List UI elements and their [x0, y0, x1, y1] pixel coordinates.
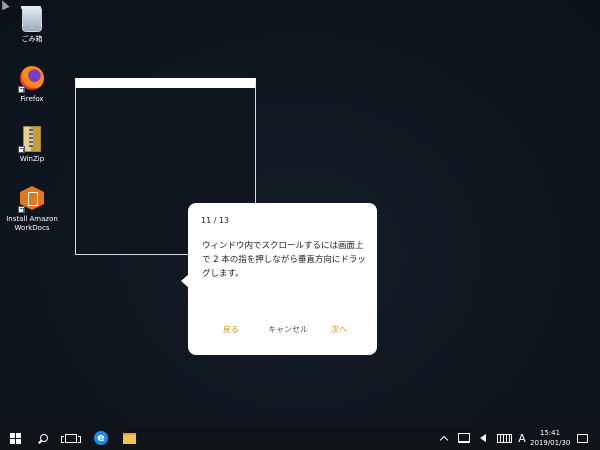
touch-keyboard-button[interactable] — [495, 426, 513, 450]
shortcut-arrow-icon — [18, 206, 25, 213]
desktop-icon-firefox[interactable]: Firefox — [0, 66, 64, 104]
desktop: ごみ箱 Firefox WinZip Install Amazon WorkDo… — [0, 0, 600, 426]
speaker-icon — [480, 434, 486, 442]
folder-icon — [122, 432, 136, 444]
step-counter: 11 / 13 — [201, 216, 230, 225]
desktop-icon-label: ごみ箱 — [21, 35, 43, 43]
search-button[interactable] — [33, 426, 55, 450]
edge-icon: e — [94, 431, 108, 445]
winzip-icon — [18, 126, 45, 153]
show-hidden-icons-button[interactable] — [438, 426, 450, 450]
desktop-icon-recycle-bin[interactable]: ごみ箱 — [0, 6, 64, 44]
file-explorer-taskbar-button[interactable] — [118, 426, 140, 450]
desktop-icon-install-amazon-workdocs[interactable]: Install Amazon WorkDocs — [0, 186, 67, 233]
clock[interactable]: 15:41 2019/01/30 — [530, 428, 570, 448]
volume-button[interactable] — [476, 426, 490, 450]
firefox-icon — [18, 66, 45, 93]
search-icon — [40, 434, 48, 442]
tutorial-callout: 11 / 13 ウィンドウ内でスクロールするには画面上で 2 本の指を押しながら… — [188, 203, 377, 355]
keyboard-icon — [496, 433, 512, 443]
tutorial-message: ウィンドウ内でスクロールするには画面上で 2 本の指を押しながら垂直方向にドラッ… — [202, 241, 366, 279]
clock-date: 2019/01/30 — [530, 439, 571, 447]
desktop-icon-winzip[interactable]: WinZip — [0, 126, 64, 164]
action-center-button[interactable] — [575, 426, 589, 450]
cancel-button[interactable]: キャンセル — [268, 324, 308, 335]
notification-icon — [576, 433, 588, 443]
network-button[interactable] — [456, 426, 472, 450]
desktop-icon-label: Firefox — [20, 95, 44, 103]
task-view-icon — [61, 433, 81, 443]
desktop-icon-label: Install Amazon WorkDocs — [6, 215, 58, 232]
next-button[interactable]: 次へ — [331, 324, 347, 335]
clock-time: 15:41 — [539, 429, 561, 437]
back-button[interactable]: 戻る — [223, 324, 239, 335]
edge-taskbar-button[interactable]: e — [90, 426, 112, 450]
chevron-up-icon — [439, 435, 449, 444]
desktop-icon-label: WinZip — [19, 155, 45, 163]
recycle-bin-icon — [19, 6, 45, 32]
network-icon — [458, 433, 470, 443]
workdocs-icon — [18, 186, 45, 213]
start-button[interactable] — [0, 426, 30, 450]
ime-indicator[interactable]: A — [515, 426, 529, 450]
shortcut-arrow-icon — [18, 86, 25, 93]
task-view-button[interactable] — [60, 426, 82, 450]
windows-logo-icon — [9, 432, 21, 444]
taskbar: e A 15:41 2019/01/30 — [0, 426, 600, 450]
shortcut-arrow-icon — [18, 146, 25, 153]
